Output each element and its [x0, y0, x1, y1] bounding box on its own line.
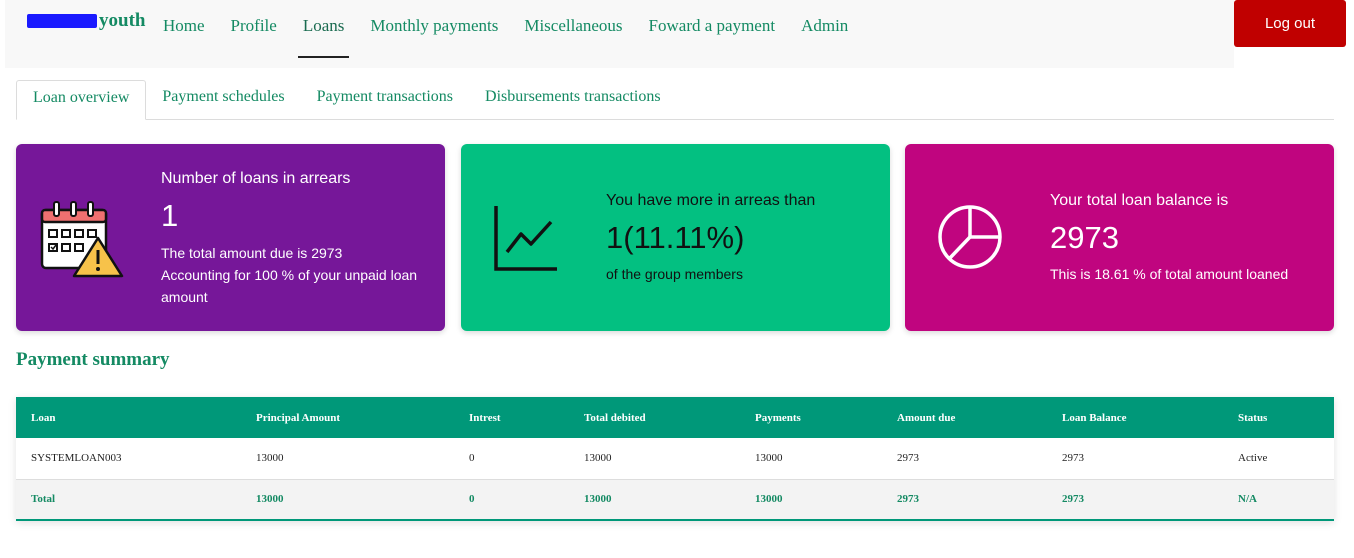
cell-amount-due: 2973	[882, 438, 1047, 480]
tab-loan-overview[interactable]: Loan overview	[16, 80, 147, 120]
column-header-payments: Payments	[740, 397, 882, 438]
cell-interest: 0	[454, 438, 569, 480]
column-header-total-debited: Total debited	[569, 397, 740, 438]
cell-loan-balance: 2973	[1047, 438, 1223, 480]
arrears-amount-due: The total amount due is 2973	[161, 245, 343, 261]
total-amount-due: 2973	[882, 479, 1047, 521]
logout-button[interactable]: Log out	[1234, 0, 1346, 47]
brand-redaction	[27, 14, 97, 28]
members-value: 1(11.11%)	[606, 220, 745, 255]
table-row: SYSTEMLOAN003 13000 0 13000 13000 2973 2…	[16, 438, 1334, 480]
nav-item-admin[interactable]: Admin	[788, 0, 861, 58]
payment-summary-title: Payment summary	[16, 349, 170, 370]
arrears-card: Number of loans in arrears 1 The total a…	[16, 144, 445, 331]
main-nav: Home Profile Loans Monthly payments Misc…	[150, 0, 861, 58]
total-debited: 13000	[569, 479, 740, 521]
nav-item-forward-payment[interactable]: Foward a payment	[636, 0, 789, 58]
cell-loan: SYSTEMLOAN003	[16, 438, 241, 480]
members-caption: of the group members	[606, 266, 743, 282]
members-title: You have more in arreas than	[606, 192, 816, 209]
pie-chart-icon	[937, 204, 1003, 275]
total-label: Total	[16, 479, 241, 521]
nav-item-miscellaneous[interactable]: Miscellaneous	[511, 0, 635, 58]
nav-item-loans[interactable]: Loans	[290, 0, 358, 58]
total-interest: 0	[454, 479, 569, 521]
cell-principal: 13000	[241, 438, 454, 480]
column-header-principal: Principal Amount	[241, 397, 454, 438]
tab-payment-transactions[interactable]: Payment transactions	[301, 80, 469, 120]
column-header-status: Status	[1223, 397, 1334, 438]
column-header-loan: Loan	[16, 397, 241, 438]
table-header-row: Loan Principal Amount Intrest Total debi…	[16, 397, 1334, 438]
line-chart-icon	[493, 204, 559, 277]
top-navbar: youth Home Profile Loans Monthly payment…	[5, 0, 1234, 68]
total-principal: 13000	[241, 479, 454, 521]
cell-status: Active	[1223, 438, 1334, 480]
nav-item-home[interactable]: Home	[150, 0, 218, 58]
payment-summary-table: Loan Principal Amount Intrest Total debi…	[16, 397, 1334, 521]
nav-item-profile[interactable]: Profile	[218, 0, 290, 58]
loan-tabs: Loan overview Payment schedules Payment …	[16, 80, 1334, 120]
nav-item-monthly-payments[interactable]: Monthly payments	[357, 0, 511, 58]
balance-caption: This is 18.61 % of total amount loaned	[1050, 266, 1289, 282]
total-payments: 13000	[740, 479, 882, 521]
arrears-percentage: Accounting for 100 % of your unpaid loan…	[161, 267, 418, 305]
calendar-warning-icon	[40, 200, 124, 285]
balance-title: Your total loan balance is	[1050, 192, 1229, 209]
tab-payment-schedules[interactable]: Payment schedules	[146, 80, 300, 120]
total-status: N/A	[1223, 479, 1334, 521]
loan-balance-card: Your total loan balance is 2973 This is …	[905, 144, 1334, 331]
cell-total-debited: 13000	[569, 438, 740, 480]
balance-value: 2973	[1050, 220, 1119, 255]
arrears-members-card: You have more in arreas than 1(11.11%) o…	[461, 144, 890, 331]
tab-disbursements-transactions[interactable]: Disbursements transactions	[469, 80, 677, 120]
cell-payments: 13000	[740, 438, 882, 480]
brand-logo[interactable]: youth	[27, 10, 145, 32]
total-loan-balance: 2973	[1047, 479, 1223, 521]
arrears-count: 1	[161, 198, 179, 233]
column-header-interest: Intrest	[454, 397, 569, 438]
arrears-title: Number of loans in arrears	[161, 170, 351, 187]
column-header-loan-balance: Loan Balance	[1047, 397, 1223, 438]
table-total-row: Total 13000 0 13000 13000 2973 2973 N/A	[16, 479, 1334, 521]
brand-name: youth	[99, 10, 146, 31]
column-header-amount-due: Amount due	[882, 397, 1047, 438]
